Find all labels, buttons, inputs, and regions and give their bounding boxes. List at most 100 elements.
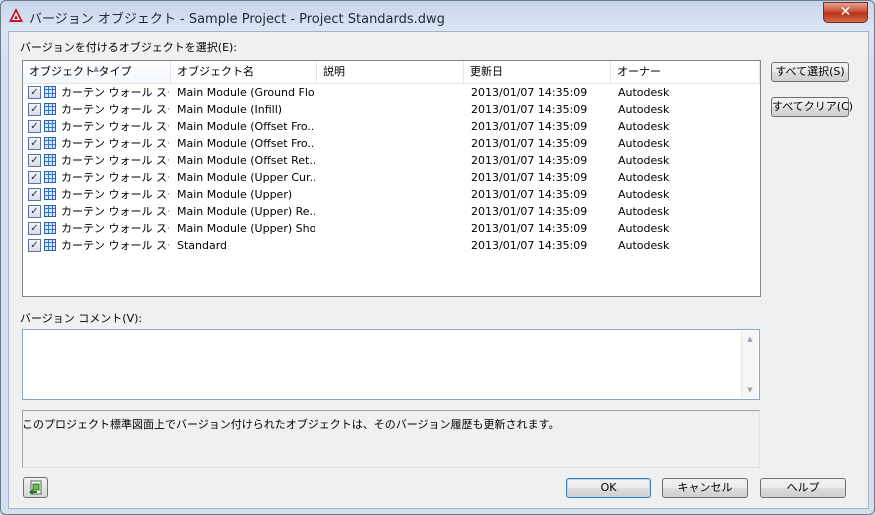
row-checkbox[interactable]: ✓: [28, 171, 41, 184]
refresh-drawing-button[interactable]: [23, 477, 48, 498]
table-row[interactable]: ✓ カーテン ウォール スタ... Main Module (Offset Fro.…: [23, 135, 760, 152]
comment-label: バージョン コメント(V):: [20, 312, 143, 325]
cell-object-type: カーテン ウォール スタ...: [61, 188, 169, 201]
row-checkbox[interactable]: ✓: [28, 222, 41, 235]
table-row[interactable]: ✓ カーテン ウォール スタ... Main Module (Upper) Re..…: [23, 203, 760, 220]
objects-list-label: バージョンを付けるオブジェクトを選択(E):: [20, 41, 238, 54]
cell-object-name: Main Module (Upper) Sho...: [177, 222, 315, 235]
table-row[interactable]: ✓ カーテン ウォール スタ... Standard 2013/01/07 14:35…: [23, 237, 760, 254]
curtain-wall-style-icon: [44, 239, 56, 251]
cell-owner: Autodesk: [618, 222, 670, 235]
cell-object-type: カーテン ウォール スタ...: [61, 205, 169, 218]
clear-all-button[interactable]: すべてクリア(C): [771, 97, 853, 117]
cell-modified-date: 2013/01/07 14:35:09: [471, 154, 588, 167]
table-row[interactable]: ✓ カーテン ウォール スタ... Main Module (Infill) 2013…: [23, 101, 760, 118]
table-row[interactable]: ✓ カーテン ウォール スタ... Main Module (Upper) Sho.…: [23, 220, 760, 237]
column-header-modified-date[interactable]: 更新日: [464, 61, 611, 83]
cell-description: [323, 84, 461, 101]
scroll-down-icon[interactable]: ▼: [742, 382, 758, 398]
cell-object-name: Main Module (Infill): [177, 103, 283, 116]
autocad-logo-icon: [9, 8, 23, 22]
curtain-wall-style-icon: [44, 137, 56, 149]
row-checkbox[interactable]: ✓: [28, 120, 41, 133]
ok-button[interactable]: OK: [566, 478, 651, 498]
cell-modified-date: 2013/01/07 14:35:09: [471, 188, 588, 201]
cell-object-name: Main Module (Upper Cur...: [177, 171, 315, 184]
cell-description: [323, 220, 461, 237]
cell-object-name: Main Module (Ground Flo...: [177, 86, 315, 99]
select-all-button[interactable]: すべて選択(S): [771, 62, 849, 82]
row-checkbox[interactable]: ✓: [28, 188, 41, 201]
cell-object-type: カーテン ウォール スタ...: [61, 222, 169, 235]
cell-description: [323, 186, 461, 203]
info-panel: このプロジェクト標準図面上でバージョン付けられたオブジェクトは、そのバージョン履…: [22, 410, 760, 468]
table-row[interactable]: ✓ カーテン ウォール スタ... Main Module (Upper) 2013/…: [23, 186, 760, 203]
curtain-wall-style-icon: [44, 171, 56, 183]
cancel-button[interactable]: キャンセル: [662, 478, 748, 498]
row-checkbox[interactable]: ✓: [28, 239, 41, 252]
help-button[interactable]: ヘルプ: [760, 478, 846, 498]
cell-description: [323, 101, 461, 118]
cell-object-name: Main Module (Upper): [177, 188, 293, 201]
cell-modified-date: 2013/01/07 14:35:09: [471, 205, 588, 218]
info-text: このプロジェクト標準図面上でバージョン付けられたオブジェクトは、そのバージョン履…: [22, 418, 560, 431]
row-checkbox[interactable]: ✓: [28, 205, 41, 218]
column-header-object-type[interactable]: ▲ オブジェクト タイプ: [23, 61, 171, 83]
cell-owner: Autodesk: [618, 171, 670, 184]
cell-description: [323, 118, 461, 135]
cell-object-name: Main Module (Offset Ret...: [177, 154, 315, 167]
cell-object-name: Main Module (Upper) Re...: [177, 205, 315, 218]
row-checkbox[interactable]: ✓: [28, 154, 41, 167]
cell-modified-date: 2013/01/07 14:35:09: [471, 103, 588, 116]
cell-description: [323, 203, 461, 220]
cell-object-type: カーテン ウォール スタ...: [61, 171, 169, 184]
scroll-up-icon[interactable]: ▲: [742, 331, 758, 347]
curtain-wall-style-icon: [44, 154, 56, 166]
comment-input[interactable]: ▲ ▼: [22, 329, 760, 400]
window-title: バージョン オブジェクト - Sample Project - Project …: [29, 12, 445, 27]
cell-description: [323, 169, 461, 186]
cell-modified-date: 2013/01/07 14:35:09: [471, 239, 588, 252]
cell-object-type: カーテン ウォール スタ...: [61, 120, 169, 133]
row-checkbox[interactable]: ✓: [28, 137, 41, 150]
row-checkbox[interactable]: ✓: [28, 86, 41, 99]
cell-owner: Autodesk: [618, 205, 670, 218]
cell-description: [323, 237, 461, 254]
cell-object-name: Main Module (Offset Fro...: [177, 137, 315, 150]
table-row[interactable]: ✓ カーテン ウォール スタ... Main Module (Ground Flo.…: [23, 84, 760, 101]
cell-description: [323, 135, 461, 152]
dialog-client-area: バージョンを付けるオブジェクトを選択(E): ▲ オブジェクト タイプ オブジェ…: [8, 31, 869, 509]
curtain-wall-style-icon: [44, 188, 56, 200]
cell-description: [323, 152, 461, 169]
table-row[interactable]: ✓ カーテン ウォール スタ... Main Module (Offset Fro.…: [23, 118, 760, 135]
cell-object-type: カーテン ウォール スタ...: [61, 154, 169, 167]
object-list[interactable]: ▲ オブジェクト タイプ オブジェクト名 説明 更新日 オーナー ✓ カーテン ウ…: [22, 60, 761, 297]
table-row[interactable]: ✓ カーテン ウォール スタ... Main Module (Upper Cur..…: [23, 169, 760, 186]
column-header-description[interactable]: 説明: [317, 61, 464, 83]
title-bar[interactable]: バージョン オブジェクト - Sample Project - Project …: [1, 1, 874, 31]
cell-modified-date: 2013/01/07 14:35:09: [471, 171, 588, 184]
cell-object-type: カーテン ウォール スタ...: [61, 86, 169, 99]
cell-object-name: Standard: [177, 239, 228, 252]
cell-owner: Autodesk: [618, 154, 670, 167]
curtain-wall-style-icon: [44, 86, 56, 98]
cell-owner: Autodesk: [618, 86, 670, 99]
table-row[interactable]: ✓ カーテン ウォール スタ... Main Module (Offset Ret.…: [23, 152, 760, 169]
cell-owner: Autodesk: [618, 188, 670, 201]
close-button[interactable]: ✕: [823, 2, 868, 23]
cell-object-type: カーテン ウォール スタ...: [61, 137, 169, 150]
comment-scrollbar[interactable]: ▲ ▼: [741, 331, 758, 398]
cell-owner: Autodesk: [618, 137, 670, 150]
curtain-wall-style-icon: [44, 120, 56, 132]
refresh-drawing-icon: [29, 480, 42, 495]
cell-modified-date: 2013/01/07 14:35:09: [471, 86, 588, 99]
cell-owner: Autodesk: [618, 103, 670, 116]
column-header-object-name[interactable]: オブジェクト名: [171, 61, 317, 83]
cell-object-name: Main Module (Offset Fro...: [177, 120, 315, 133]
column-header-owner[interactable]: オーナー: [611, 61, 760, 83]
cell-owner: Autodesk: [618, 239, 670, 252]
cell-object-type: カーテン ウォール スタ...: [61, 239, 169, 252]
cell-object-type: カーテン ウォール スタ...: [61, 103, 169, 116]
dialog-window: バージョン オブジェクト - Sample Project - Project …: [0, 0, 875, 515]
row-checkbox[interactable]: ✓: [28, 103, 41, 116]
